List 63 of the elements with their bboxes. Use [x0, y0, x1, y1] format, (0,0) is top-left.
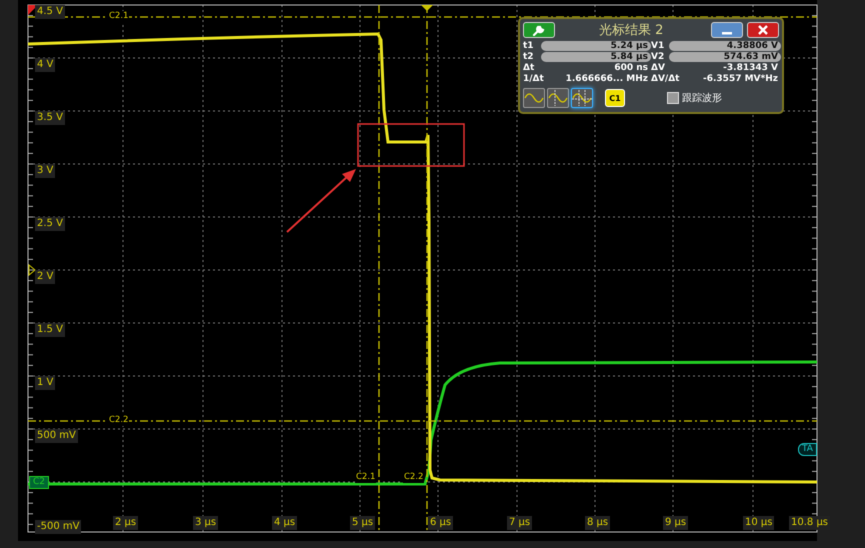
axis-label: 4 V [35, 58, 56, 72]
measurement-value: -6.3557 MV*Hz [702, 74, 779, 84]
cursor-mode-button[interactable] [571, 88, 593, 108]
axis-label: 2 V [35, 270, 56, 284]
cursor-line[interactable] [28, 16, 817, 18]
axis-label: 6 µs [428, 516, 454, 530]
measurement-value: 1.666666... MHz [564, 74, 649, 84]
cursor-mode-button[interactable] [547, 88, 569, 108]
source-button[interactable]: C1 [605, 89, 625, 107]
reference-tag[interactable]: TA [798, 443, 817, 456]
cursor-label: C2.2 [108, 415, 130, 426]
axis-label: -500 mV [35, 520, 82, 534]
axis-label: 2 µs [113, 516, 138, 530]
sine-wave-icon [548, 90, 568, 106]
axis-label: 3 µs [193, 516, 218, 530]
measurement-label: ΔV/Δt [651, 74, 680, 84]
checkbox-label: 跟踪波形 [682, 92, 722, 105]
measurement-field: 5.24 µs [541, 40, 651, 50]
axis-label: 10.8 µs [789, 516, 830, 530]
sine-wave-icon [572, 90, 592, 106]
trigger-marker-icon [28, 5, 38, 15]
axis-label: 3.5 V [35, 111, 65, 125]
measurement-label: 1/Δt [523, 74, 544, 84]
axis-label: 4.5 V [35, 5, 65, 19]
measurement-label: ΔV [651, 62, 666, 72]
settings-button[interactable] [523, 22, 555, 38]
measurement-label: t1 [523, 40, 535, 50]
cursor-line[interactable] [28, 420, 817, 422]
cursor-label: C2.1 [355, 472, 376, 483]
axis-label: 4 µs [272, 516, 298, 530]
wrench-icon [532, 24, 546, 36]
axis-label: 10 µs [743, 516, 774, 530]
axis-label: 7 µs [507, 516, 532, 530]
measurement-value: 600 ns [613, 62, 649, 72]
measurement-label: t2 [523, 52, 535, 62]
arrow [286, 169, 356, 233]
axis-label: 3 V [35, 164, 56, 178]
checkbox[interactable] [667, 92, 679, 104]
close-button[interactable] [747, 22, 779, 38]
cursor-mode-button[interactable] [523, 88, 545, 108]
measurement-field: 574.63 mV [669, 52, 781, 62]
measurement-label: Δt [523, 62, 536, 72]
measurement-value: -3.81343 V [722, 62, 779, 72]
axis-label: 500 mV [35, 429, 78, 443]
cursor-label: C2.2 [403, 472, 424, 483]
axis-label: 9 µs [663, 516, 688, 530]
close-icon [758, 25, 768, 35]
cursor-line[interactable] [378, 5, 380, 532]
minimize-icon [722, 32, 732, 34]
axis-label: 1 V [35, 376, 56, 390]
axis-label: 1.5 V [35, 323, 65, 337]
axis-label: 8 µs [585, 516, 610, 530]
axis-label: 5 µs [350, 516, 376, 530]
trigger-position-icon [421, 5, 433, 11]
measurement-field: 4.38806 V [669, 40, 781, 50]
measurement-label: V1 [651, 40, 666, 50]
axis-label: 2.5 V [35, 217, 65, 231]
panel-title: 光标结果 2 [599, 22, 664, 39]
measurement-field: 5.84 µs [541, 52, 651, 62]
offset-marker-icon [28, 264, 36, 276]
cursor-label: C2.1 [108, 11, 130, 22]
measurement-label: V2 [651, 52, 666, 62]
minimize-button[interactable] [711, 22, 743, 38]
